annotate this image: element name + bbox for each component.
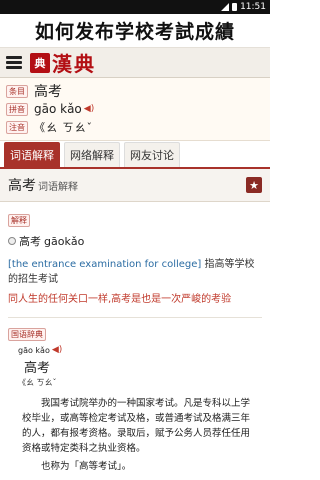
divider xyxy=(8,317,262,318)
card-paragraph: 我国考试院举办的一种国家考试。凡是专科以上学校毕业，或高等检定考试及格，或普通考… xyxy=(22,398,251,454)
tab-bar: 词语解释 网络解释 网友讨论 xyxy=(0,141,270,169)
battery-icon xyxy=(232,3,238,11)
card-pinyin: gāo kǎo xyxy=(18,345,50,355)
panel-subtitle: 词语解释 xyxy=(38,182,78,193)
panel-header: 高考 词语解释 ★ xyxy=(0,169,270,202)
entry-tag: 条目 xyxy=(6,84,28,98)
favorite-star-icon[interactable]: ★ xyxy=(246,177,262,193)
seal-icon: 典 xyxy=(30,52,50,73)
explanation-panel: 高考 词语解释 ★ 解释 高考 gāokǎo [the entrance exam… xyxy=(0,169,270,480)
zhuyin-tag: 注音 xyxy=(6,120,28,134)
english-text: [the entrance examination for college] xyxy=(8,259,202,270)
app-logo: 典 漢典 xyxy=(30,48,96,77)
card-zhuyin: 《ㄠ ㄎㄠˇ xyxy=(18,378,57,387)
logo-text: 漢典 xyxy=(52,52,96,76)
panel-title: 高考 xyxy=(8,178,36,194)
banner-title: 如何发布学校考試成績 xyxy=(34,21,235,43)
word-header: 条目 高考 拼音 gāo kǎo ◀) 注音 《ㄠ ㄎㄠˇ xyxy=(0,78,270,141)
dictionary-card: gāo kǎo ◀) 高考 《ㄠ ㄎㄠˇ 我国考试院举办的一种国家考试。凡是专科以… xyxy=(8,345,262,472)
example-sentence: 同人生的任何关口一样,高考是也是一次严峻的考验 xyxy=(8,294,232,305)
explanation-tag: 解释 xyxy=(8,214,30,227)
title-banner: 如何发布学校考試成績 xyxy=(0,14,270,48)
tab-user-discussion[interactable]: 网友讨论 xyxy=(124,142,180,167)
header-pinyin: gāo kǎo xyxy=(34,102,82,116)
app-bar: 典 漢典 xyxy=(0,48,270,78)
card-paragraph-2: 也称为「高等考试」。 xyxy=(41,461,132,472)
menu-icon[interactable] xyxy=(6,56,22,69)
card-word: 高考 xyxy=(24,361,51,376)
status-time: 11:51 xyxy=(240,2,266,12)
status-bar: 11:51 xyxy=(0,0,270,14)
header-zhuyin: 《ㄠ ㄎㄠˇ xyxy=(34,121,93,134)
tab-word-explanation[interactable]: 词语解释 xyxy=(4,142,60,167)
pinyin-tag: 拼音 xyxy=(6,102,28,116)
header-word: 高考 xyxy=(34,84,62,100)
entry-line: 高考 gāokǎo xyxy=(8,233,262,249)
bullet-icon xyxy=(8,237,16,245)
tab-web-explanation[interactable]: 网络解释 xyxy=(64,142,120,167)
signal-icon xyxy=(221,3,230,11)
card-speaker-icon[interactable]: ◀) xyxy=(52,345,62,355)
explanation-section: 解释 高考 gāokǎo [the entrance examination f… xyxy=(0,202,270,341)
speaker-icon[interactable]: ◀) xyxy=(84,104,94,114)
english-definition: [the entrance examination for college] 指… xyxy=(8,257,262,287)
dict-tag: 国语辞典 xyxy=(8,328,46,341)
entry-pinyin: gāokǎo xyxy=(44,234,85,248)
entry-word: 高考 xyxy=(19,235,41,248)
